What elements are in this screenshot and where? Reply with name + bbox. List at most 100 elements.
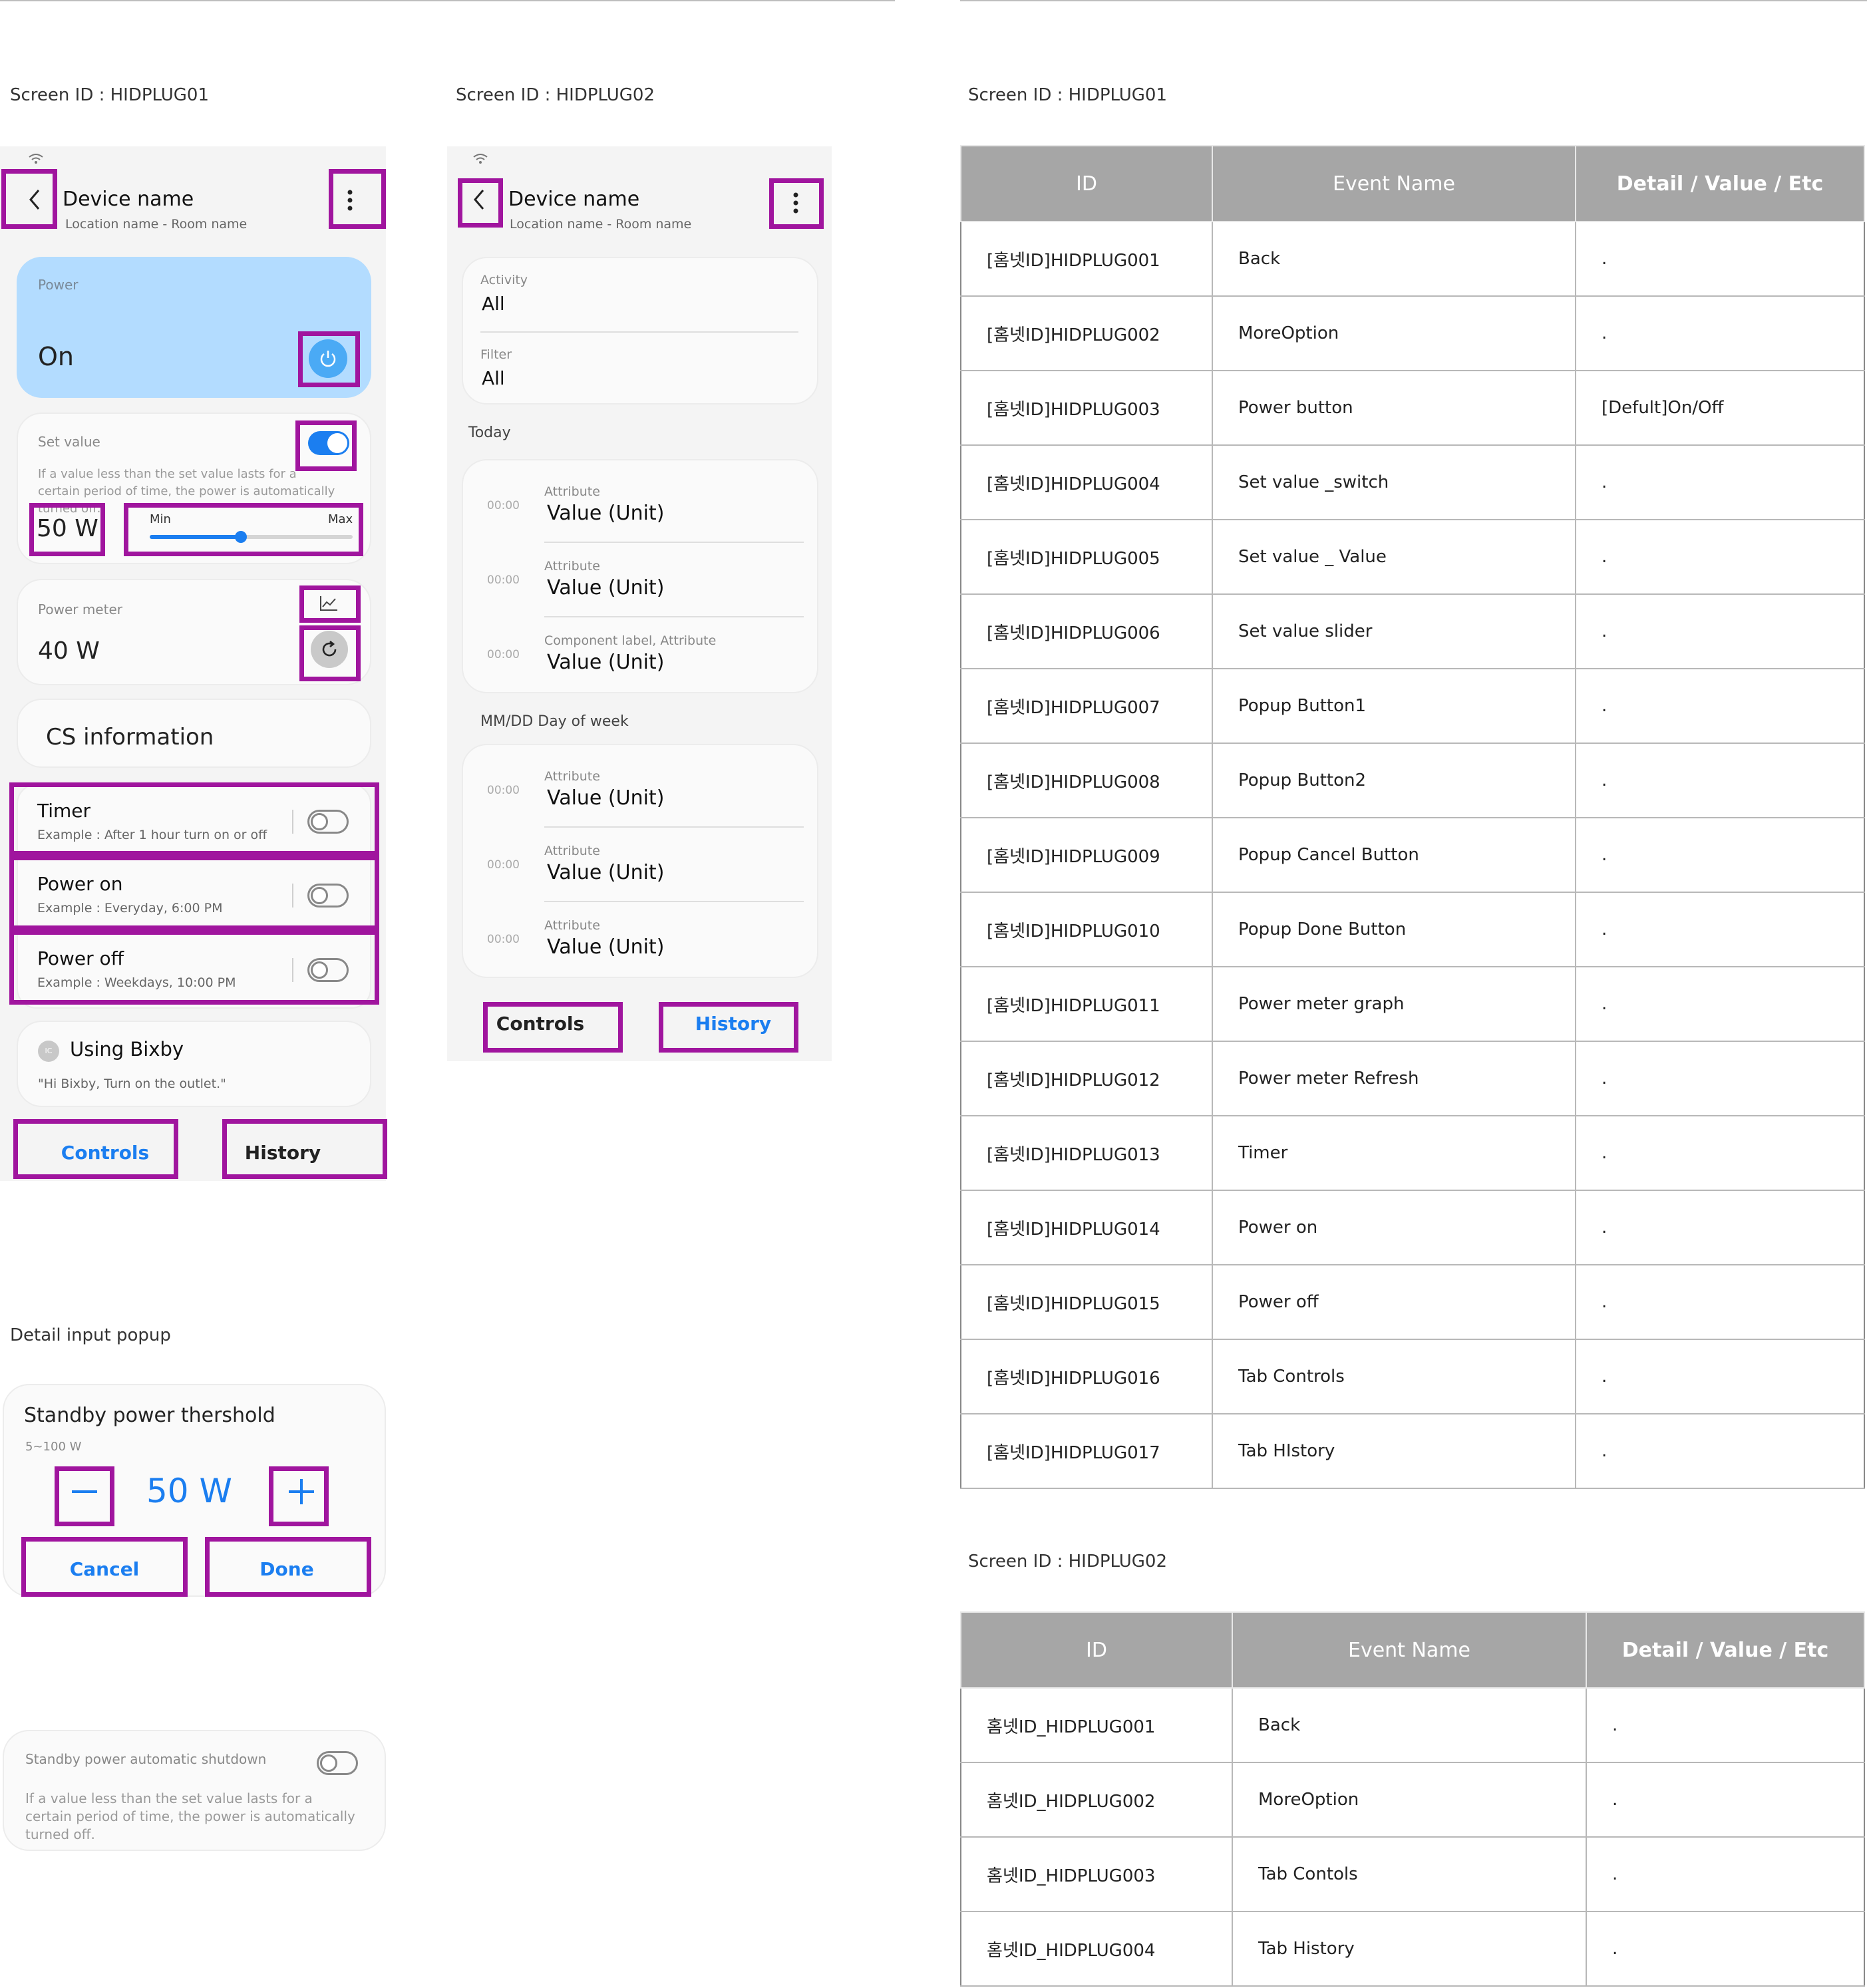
cell-id: [홈넷ID]HIDPLUG012 <box>960 1041 1213 1116</box>
cell-event-name: Power meter Refresh <box>1212 1041 1576 1116</box>
event-table-2-body: 홈넷ID_HIDPLUG001 Back. 홈넷ID_HIDPLUG002 MoreO… <box>960 1687 1865 1987</box>
cell-detail: . <box>1575 892 1865 967</box>
highlight-tab-controls-2 <box>483 1002 623 1053</box>
highlight-minus <box>55 1466 114 1526</box>
bixby-title: Using Bixby <box>70 1038 184 1061</box>
table-row: 홈넷ID_HIDPLUG002 MoreOption. <box>960 1762 1865 1838</box>
bixby-card[interactable]: IC Using Bixby "Hi Bixby, Turn on the ou… <box>17 1021 371 1107</box>
today-card: 00:00 Attribute Value (Unit) 00:00 Attri… <box>462 459 818 693</box>
set-value-label: Set value <box>38 434 100 450</box>
cell-event-name: MoreOption <box>1212 295 1576 371</box>
history-time: 00:00 <box>487 574 520 587</box>
history-time: 00:00 <box>487 648 520 661</box>
cell-id: [홈넷ID]HIDPLUG005 <box>960 519 1213 595</box>
cell-id: 홈넷ID_HIDPLUG003 <box>960 1836 1233 1912</box>
table-label-2: Screen ID : HIDPLUG02 <box>968 1552 1167 1572</box>
cell-detail: . <box>1575 1339 1865 1414</box>
top-divider-right <box>960 0 1867 1</box>
shutdown-title: Standby power automatic shutdown <box>25 1751 267 1767</box>
cell-id: [홈넷ID]HIDPLUG011 <box>960 966 1213 1042</box>
cs-information-card[interactable]: CS information <box>17 699 371 768</box>
table-label-1: Screen ID : HIDPLUG01 <box>968 85 1167 105</box>
table-row: 홈넷ID_HIDPLUG004 Tab History. <box>960 1911 1865 1987</box>
header-event-name: Event Name <box>1212 145 1576 222</box>
popup-range: 5~100 W <box>25 1440 82 1454</box>
cell-id: 홈넷ID_HIDPLUG002 <box>960 1762 1233 1838</box>
page-subtitle: Location name - Room name <box>510 217 692 232</box>
table-row: [홈넷ID]HIDPLUG009 Popup Cancel Button. <box>960 817 1865 893</box>
standby-shutdown-card: Standby power automatic shutdown If a va… <box>3 1730 386 1851</box>
cell-detail: . <box>1586 1911 1865 1987</box>
cell-id: [홈넷ID]HIDPLUG015 <box>960 1264 1213 1340</box>
history-divider <box>544 542 804 543</box>
cell-detail: . <box>1575 817 1865 893</box>
history-divider <box>544 616 804 617</box>
highlight-power-off <box>9 930 379 1005</box>
cell-id: [홈넷ID]HIDPLUG013 <box>960 1115 1213 1191</box>
table-row: [홈넷ID]HIDPLUG003 Power button [Defult]On/O… <box>960 370 1865 446</box>
header-event-name: Event Name <box>1232 1611 1587 1689</box>
power-state: On <box>38 342 74 371</box>
cell-event-name: MoreOption <box>1232 1762 1587 1838</box>
highlight-done <box>205 1537 371 1597</box>
cell-detail: . <box>1575 221 1865 297</box>
table-row: [홈넷ID]HIDPLUG001 Back. <box>960 221 1865 297</box>
cell-detail: [Defult]On/Off <box>1575 370 1865 446</box>
history-time: 00:00 <box>487 499 520 512</box>
cell-event-name: Power off <box>1212 1264 1576 1340</box>
cell-detail: . <box>1575 966 1865 1042</box>
filter-card: Activity All Filter All <box>462 257 818 405</box>
highlight-refresh <box>299 625 361 681</box>
cell-event-name: Set value _switch <box>1212 444 1576 520</box>
cell-id: [홈넷ID]HIDPLUG014 <box>960 1190 1213 1265</box>
wifi-icon <box>473 154 488 164</box>
cell-detail: . <box>1575 668 1865 744</box>
history-value: Value (Unit) <box>547 786 665 810</box>
table-row: [홈넷ID]HIDPLUG006 Set value slider. <box>960 593 1865 669</box>
history-attribute: Attribute <box>544 844 600 858</box>
cell-event-name: Tab History <box>1232 1911 1587 1987</box>
header-id: ID <box>960 1611 1233 1689</box>
history-value: Value (Unit) <box>547 576 665 599</box>
page-title: Device name <box>63 188 194 211</box>
cell-event-name: Tab Controls <box>1212 1339 1576 1414</box>
cell-event-name: Back <box>1232 1687 1587 1763</box>
cell-detail: . <box>1575 444 1865 520</box>
cell-detail: . <box>1575 519 1865 595</box>
cell-detail: . <box>1575 593 1865 669</box>
cell-detail: . <box>1575 295 1865 371</box>
event-table-1: ID Event Name Detail / Value / Etc [홈넷ID… <box>960 145 1865 1489</box>
filter-divider <box>480 331 798 333</box>
cell-id: [홈넷ID]HIDPLUG008 <box>960 743 1213 818</box>
highlight-more-2 <box>769 178 824 229</box>
highlight-timer <box>9 782 379 856</box>
table-row: [홈넷ID]HIDPLUG017 Tab HIstory. <box>960 1413 1865 1489</box>
page-title: Device name <box>508 188 640 211</box>
cell-event-name: Popup Done Button <box>1212 892 1576 967</box>
screen-label-1: Screen ID : HIDPLUG01 <box>10 85 209 105</box>
activity-dropdown[interactable]: All <box>482 293 505 315</box>
cell-detail: . <box>1586 1836 1865 1912</box>
cell-event-name: Tab Contols <box>1232 1836 1587 1912</box>
history-attribute: Component label, Attribute <box>544 633 717 648</box>
table-row: [홈넷ID]HIDPLUG007 Popup Button1. <box>960 668 1865 744</box>
highlight-back <box>1 169 57 229</box>
table-row: [홈넷ID]HIDPLUG012 Power meter Refresh. <box>960 1041 1865 1116</box>
history-attribute: Attribute <box>544 559 600 574</box>
cell-id: [홈넷ID]HIDPLUG004 <box>960 444 1213 520</box>
highlight-tab-history <box>222 1119 387 1179</box>
history-divider <box>544 826 804 828</box>
history-time: 00:00 <box>487 933 520 946</box>
cell-event-name: Set value slider <box>1212 593 1576 669</box>
shutdown-switch[interactable] <box>317 1751 358 1775</box>
highlight-plus <box>269 1466 329 1526</box>
cell-event-name: Popup Button1 <box>1212 668 1576 744</box>
bixby-icon: IC <box>38 1041 59 1062</box>
header-detail: Detail / Value / Etc <box>1575 145 1865 222</box>
table-row: [홈넷ID]HIDPLUG013 Timer. <box>960 1115 1865 1191</box>
filter-dropdown[interactable]: All <box>482 367 505 389</box>
cell-detail: . <box>1575 1041 1865 1116</box>
page-subtitle: Location name - Room name <box>65 217 248 232</box>
table-row: [홈넷ID]HIDPLUG010 Popup Done Button. <box>960 892 1865 967</box>
history-value: Value (Unit) <box>547 651 665 674</box>
